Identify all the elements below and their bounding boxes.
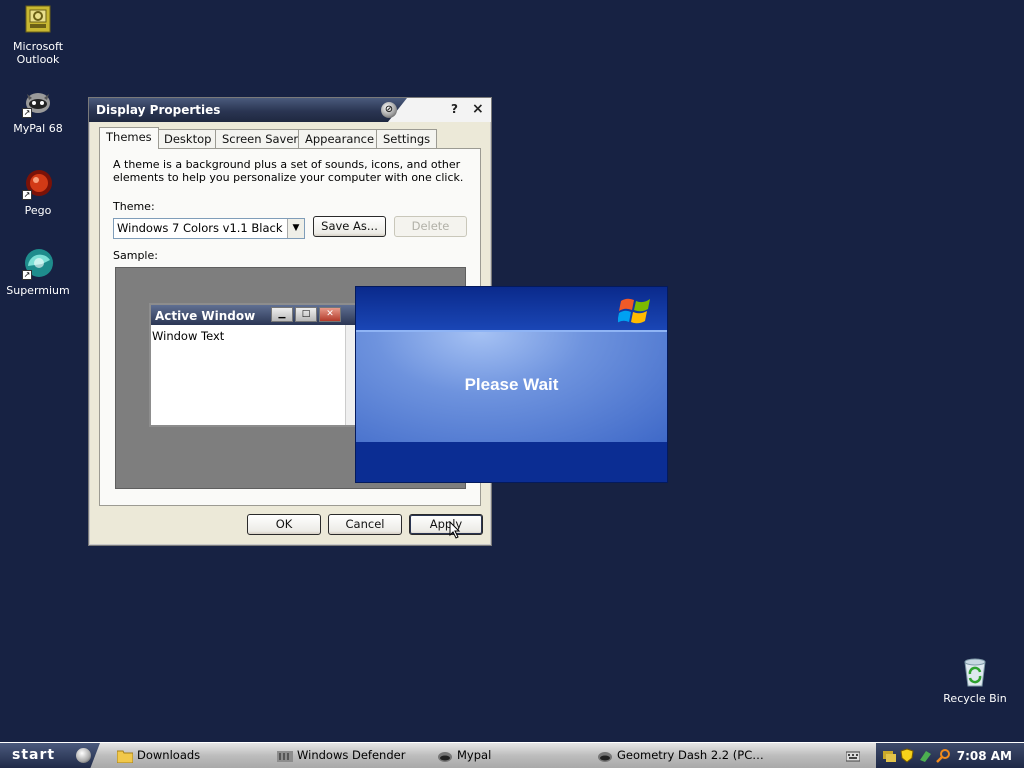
taskbar-item-mypal[interactable]: Mypal [437, 748, 491, 765]
taskbar-item-downloads[interactable]: Downloads [117, 748, 200, 765]
taskbar-item-geometry-dash[interactable]: Geometry Dash 2.2 (PC… [597, 748, 764, 765]
window-title: Display Properties [96, 103, 221, 117]
desktop-icon-supermium[interactable]: ↗ Supermium [0, 248, 76, 297]
close-icon: ✕ [319, 307, 341, 322]
sample-window-title: Active Window [155, 309, 256, 323]
taskbar-item-label: Downloads [137, 748, 201, 762]
taskbar-item-label: Geometry Dash 2.2 (PC… [617, 748, 764, 762]
network-icon[interactable] [882, 748, 897, 763]
folder-icon [117, 750, 133, 763]
supermium-icon: ↗ [22, 248, 54, 280]
desktop-icon-label: Microsoft Outlook [12, 40, 64, 66]
mypal-icon [438, 752, 452, 762]
desktop-icon-outlook[interactable]: Microsoft Outlook [0, 4, 76, 66]
desktop-icon-label: Pego [24, 204, 52, 217]
desktop-icon-label: Recycle Bin [943, 692, 1007, 705]
tab-settings[interactable]: Settings [376, 129, 438, 148]
cancel-button[interactable]: Cancel [328, 514, 402, 535]
delete-button[interactable]: Delete [394, 216, 467, 237]
desktop-icon-mypal[interactable]: ↗ MyPal 68 [0, 86, 76, 135]
system-tray: 7:08 AM [876, 743, 1024, 768]
theme-label: Theme: [113, 200, 155, 213]
cursor-icon [449, 521, 461, 539]
maximize-icon: □ [295, 307, 317, 322]
shortcut-arrow-icon: ↗ [22, 108, 32, 118]
outlook-icon [22, 4, 54, 36]
please-wait-message: Please Wait [464, 375, 559, 394]
taskbar-item-windows-defender[interactable]: Windows Defender [277, 748, 405, 765]
defender-icon [277, 751, 293, 762]
start-button[interactable]: start [0, 743, 100, 768]
sample-active-window: Active Window ▁ □ ✕ Window Text [149, 303, 359, 427]
tab-themes[interactable]: Themes [99, 127, 159, 149]
taskbar-item-label: Mypal [457, 748, 492, 762]
theme-description: A theme is a background plus a set of so… [113, 158, 464, 184]
save-as-button[interactable]: Save As... [313, 216, 386, 237]
search-icon[interactable] [936, 748, 951, 763]
start-label: start [12, 747, 56, 763]
minimize-icon: ▁ [271, 307, 293, 322]
theme-dropdown[interactable]: Windows 7 Colors v1.1 Black ▼ [113, 218, 305, 239]
shortcut-arrow-icon: ↗ [22, 270, 32, 280]
desktop-icon-pego[interactable]: ↗ Pego [0, 168, 76, 217]
theme-dropdown-value: Windows 7 Colors v1.1 Black [117, 221, 283, 235]
close-button[interactable]: × [472, 101, 484, 117]
titlebar[interactable]: Display Properties ⊘ ? × [89, 98, 491, 122]
clock[interactable]: 7:08 AM [957, 749, 1012, 763]
windows-logo-icon [618, 298, 650, 324]
window-menu-icon[interactable]: ⊘ [381, 102, 397, 118]
taskbar-item-label: Windows Defender [297, 748, 406, 762]
chevron-down-icon[interactable]: ▼ [287, 219, 304, 238]
help-button[interactable]: ? [451, 102, 458, 116]
keyboard-icon[interactable] [846, 749, 860, 763]
tab-appearance[interactable]: Appearance [298, 129, 382, 148]
sample-label: Sample: [113, 249, 158, 262]
safely-remove-icon[interactable] [918, 748, 933, 763]
taskbar: start Downloads Windows Defender Mypal G… [0, 742, 1024, 768]
ok-button[interactable]: OK [247, 514, 321, 535]
sample-window-titlebar: Active Window ▁ □ ✕ [151, 305, 357, 325]
shortcut-arrow-icon: ↗ [22, 190, 32, 200]
please-wait-dialog: Please Wait [355, 286, 668, 483]
pego-icon: ↗ [22, 168, 54, 200]
security-shield-icon[interactable] [900, 748, 915, 763]
desktop-icon-label: MyPal 68 [13, 122, 63, 135]
desktop-icon-recycle-bin[interactable]: Recycle Bin [940, 656, 1010, 705]
desktop-icon-label: Supermium [6, 284, 70, 297]
tab-desktop[interactable]: Desktop [157, 129, 219, 148]
geometry-dash-icon [598, 752, 612, 762]
start-orb-icon [76, 748, 91, 763]
apply-button[interactable]: Apply [409, 514, 483, 535]
mypal-icon: ↗ [22, 86, 54, 118]
sample-window-text: Window Text [152, 329, 225, 343]
recycle-bin-icon [959, 656, 991, 688]
tab-screen-saver[interactable]: Screen Saver [215, 129, 306, 148]
